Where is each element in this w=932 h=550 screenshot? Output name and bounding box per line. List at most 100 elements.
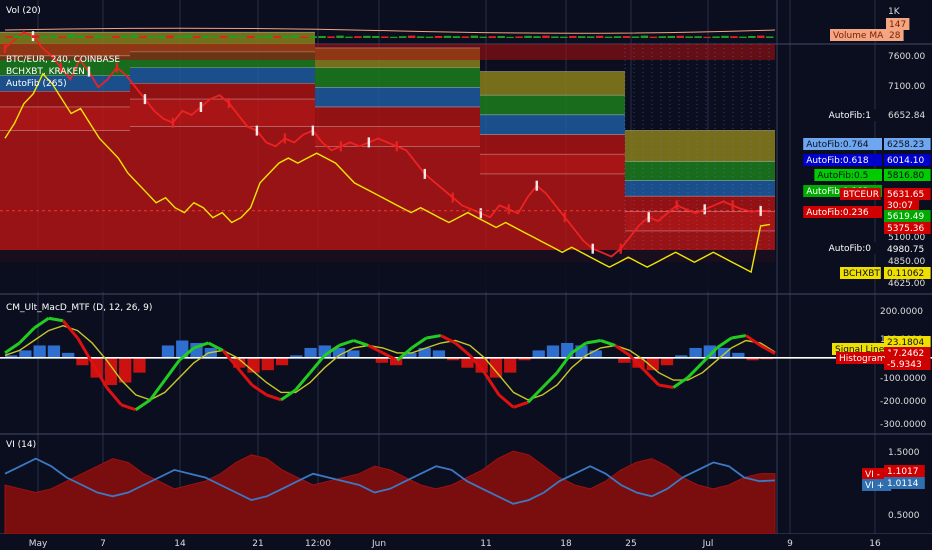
volume-bar bbox=[542, 35, 550, 38]
volume-bar bbox=[336, 35, 344, 38]
bchxbt-price-badge: 0.11062 bbox=[887, 269, 924, 279]
axis-tick: 6652.84 bbox=[888, 111, 925, 121]
volume-bar bbox=[193, 36, 201, 38]
volume-bar bbox=[685, 36, 693, 38]
vi-plus-label-badge: VI + bbox=[865, 481, 884, 491]
volume-bar bbox=[210, 36, 219, 38]
volume-bar bbox=[282, 35, 291, 38]
fib-band-bottom bbox=[315, 146, 480, 263]
volume-bar bbox=[578, 36, 586, 38]
price-pane-label-btceur: BTC/EUR, 240, COINBASE bbox=[6, 55, 120, 65]
volume-bar bbox=[112, 36, 120, 38]
fib-band bbox=[0, 106, 130, 131]
volume-bar bbox=[157, 36, 165, 38]
volume-bar bbox=[121, 35, 129, 38]
volume-bar bbox=[327, 36, 335, 38]
candle bbox=[255, 125, 259, 136]
histogram-bar bbox=[261, 357, 274, 371]
histogram-bar bbox=[717, 347, 731, 358]
volume-bar bbox=[166, 35, 174, 38]
volume-bar bbox=[479, 36, 487, 38]
vi-pane-label: VI (14) bbox=[6, 440, 36, 450]
axis-tick: -300.0000 bbox=[880, 420, 926, 430]
volume-bar bbox=[586, 36, 595, 38]
candle bbox=[451, 192, 455, 203]
histogram-value-badge: -5.9343 bbox=[887, 360, 922, 370]
histogram-bar bbox=[304, 347, 317, 358]
histogram-bar bbox=[660, 357, 674, 366]
volume-bar bbox=[345, 36, 353, 38]
volume-bar bbox=[85, 36, 94, 38]
histogram-bar bbox=[589, 350, 602, 358]
volume-bar bbox=[139, 36, 147, 38]
volume-bar bbox=[533, 36, 541, 38]
histogram-bar bbox=[133, 357, 146, 373]
fib-0-badge: 4980.75 bbox=[887, 245, 924, 255]
x-axis-tick: Jul bbox=[702, 539, 714, 549]
axis-tick: 7100.00 bbox=[888, 82, 925, 92]
axis-tick: 5100.00 bbox=[888, 233, 925, 243]
fib-band bbox=[480, 154, 625, 174]
fib-band bbox=[315, 67, 480, 88]
fib-band bbox=[625, 196, 775, 212]
volume-bar bbox=[470, 35, 479, 38]
histogram-bar bbox=[161, 345, 175, 358]
volume-bar bbox=[703, 36, 711, 38]
histogram-bar bbox=[275, 357, 289, 366]
histogram-bar bbox=[689, 347, 702, 358]
volume-bar bbox=[407, 35, 416, 38]
candle bbox=[563, 212, 566, 223]
x-axis-tick: Jun bbox=[371, 539, 386, 549]
fib-band bbox=[480, 95, 625, 115]
volume-bar bbox=[103, 36, 111, 38]
volume-bar bbox=[363, 35, 371, 38]
volume-bar bbox=[730, 36, 738, 38]
fib-label: AutoFib:0.236 bbox=[806, 208, 869, 218]
volume-bar bbox=[67, 34, 76, 38]
volume-ma-label-badge: Volume MA bbox=[833, 31, 884, 41]
fib-05-badge: 5816.80 bbox=[887, 171, 924, 181]
candle bbox=[283, 133, 287, 144]
volume-bar bbox=[49, 35, 58, 38]
volume-bar bbox=[5, 36, 13, 38]
vi-plus-value-badge: 1.0114 bbox=[887, 479, 919, 489]
volume-bar bbox=[524, 35, 532, 38]
candle bbox=[535, 180, 538, 191]
volume-bar bbox=[694, 36, 702, 38]
candle bbox=[311, 125, 315, 136]
volume-bar bbox=[425, 36, 434, 38]
candle bbox=[675, 200, 678, 211]
fib-0764-badge: 6258.23 bbox=[887, 140, 924, 150]
x-axis-tick: 14 bbox=[174, 539, 186, 549]
fib-band bbox=[480, 114, 625, 135]
x-axis-tick: 12:00 bbox=[305, 539, 331, 549]
fib-label: AutoFib:0.618 bbox=[806, 156, 869, 166]
volume-pane-label: Vol (20) bbox=[6, 6, 41, 16]
btceur-label-badge: BTCEUR bbox=[843, 190, 879, 200]
volume-bar bbox=[94, 35, 102, 38]
volume-bar bbox=[273, 36, 282, 38]
volume-bar bbox=[237, 36, 246, 38]
axis-tick: -200.0000 bbox=[880, 397, 926, 407]
candle bbox=[619, 243, 622, 254]
fib-band bbox=[315, 106, 480, 127]
btceur-price-badge: 5631.65 bbox=[887, 190, 924, 200]
trading-chart[interactable]: Vol (20) BTC/EUR, 240, COINBASE BCHXBT, KR… bbox=[0, 0, 932, 550]
fib-band bbox=[315, 87, 480, 107]
volume-bar bbox=[443, 35, 452, 38]
volume-bar bbox=[649, 36, 658, 38]
volume-bar bbox=[613, 36, 622, 38]
x-axis-tick: 7 bbox=[100, 539, 106, 549]
volume-bar bbox=[175, 36, 183, 38]
signal-value-badge: 23.1804 bbox=[887, 338, 924, 348]
volume-bar bbox=[148, 36, 156, 38]
axis-tick: 4625.00 bbox=[888, 279, 925, 289]
axis-tick: 200.0000 bbox=[880, 307, 923, 317]
volume-bar bbox=[22, 36, 31, 38]
volume-bar bbox=[488, 36, 496, 38]
volume-bar bbox=[13, 35, 22, 38]
x-axis-tick: 11 bbox=[480, 539, 491, 549]
volume-bar bbox=[595, 35, 604, 38]
bchxbt-label-badge: BCHXBT bbox=[843, 269, 880, 279]
histogram-bar bbox=[47, 345, 61, 358]
